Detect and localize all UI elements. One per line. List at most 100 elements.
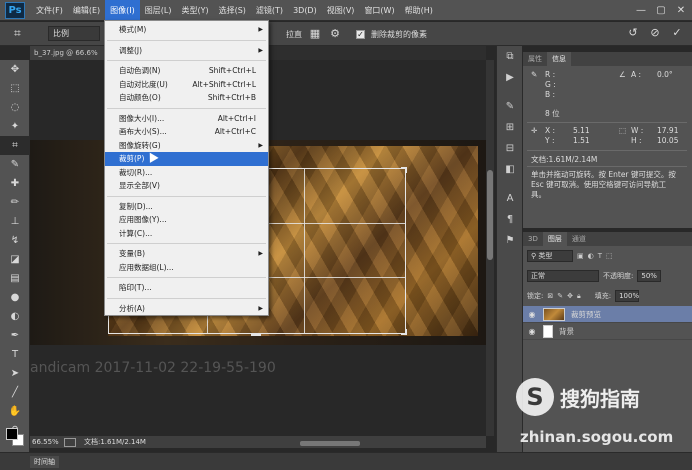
overlay-grid-icon[interactable]: ▦ bbox=[308, 27, 322, 41]
filter-type-icon[interactable]: T bbox=[598, 252, 602, 260]
blend-mode-select[interactable]: 正常 bbox=[527, 270, 599, 282]
foreground-color-swatch[interactable] bbox=[6, 428, 18, 440]
image-menu-item[interactable]: 裁剪(P) bbox=[105, 152, 268, 166]
reset-icon[interactable]: ↺ bbox=[626, 26, 640, 40]
crop-tool-icon[interactable]: ⌗ bbox=[0, 136, 30, 155]
gear-icon[interactable]: ⚙ bbox=[328, 27, 342, 41]
panel-tab[interactable]: 通道 bbox=[567, 232, 591, 246]
pen-tool-icon[interactable]: ✒ bbox=[0, 326, 30, 345]
document-tab[interactable]: b_37.jpg @ 66.6% bbox=[30, 46, 106, 60]
dodge-tool-icon[interactable]: ◐ bbox=[0, 307, 30, 326]
image-menu-item[interactable]: 分析(A) ▶ bbox=[105, 302, 268, 316]
brush-presets-icon[interactable]: ⊞ bbox=[497, 117, 523, 138]
lock-brush-icon[interactable]: ✎ bbox=[557, 292, 563, 300]
delete-cropped-checkbox[interactable]: ✓ bbox=[356, 29, 365, 39]
line-tool-icon[interactable]: ╱ bbox=[0, 383, 30, 402]
menu-item[interactable]: 类型(Y) bbox=[176, 0, 213, 21]
crop-handle[interactable] bbox=[401, 329, 407, 335]
menu-item[interactable]: 滤镜(T) bbox=[251, 0, 288, 21]
image-menu-item[interactable]: 显示全部(V) bbox=[105, 179, 268, 193]
actions-panel-icon[interactable]: ▶ bbox=[497, 67, 523, 88]
panel-tab[interactable]: 图层 bbox=[542, 232, 567, 246]
commit-icon[interactable]: ✓ bbox=[670, 26, 684, 40]
healing-brush-tool-icon[interactable]: ✚ bbox=[0, 174, 30, 193]
type-tool-icon[interactable]: T bbox=[0, 345, 30, 364]
image-menu-item[interactable]: 计算(C)... bbox=[105, 227, 268, 241]
lasso-tool-icon[interactable]: ◌ bbox=[0, 98, 30, 117]
menu-item[interactable]: 视图(V) bbox=[322, 0, 360, 21]
image-menu-item[interactable]: 画布大小(S)... Alt+Ctrl+C bbox=[105, 125, 268, 139]
minimize-icon[interactable]: — bbox=[634, 3, 648, 17]
eye-icon[interactable]: ◉ bbox=[523, 327, 541, 336]
lock-position-icon[interactable]: ✥ bbox=[567, 292, 573, 300]
brush-panel-icon[interactable]: ✎ bbox=[497, 96, 523, 117]
history-panel-icon[interactable]: ⧉ bbox=[497, 46, 523, 67]
menu-item[interactable]: 3D(D) bbox=[288, 0, 322, 21]
status-icon[interactable] bbox=[64, 437, 76, 447]
panel-tab[interactable]: 属性 bbox=[523, 52, 547, 66]
horizontal-scrollbar[interactable] bbox=[300, 441, 360, 446]
image-menu-item[interactable]: 裁切(R)... bbox=[105, 166, 268, 180]
image-menu-item[interactable]: 应用数据组(L)... bbox=[105, 261, 268, 275]
image-menu-item[interactable]: 图像旋转(G) ▶ bbox=[105, 139, 268, 153]
menu-item[interactable]: 编辑(E) bbox=[68, 0, 105, 21]
image-menu-item[interactable]: 图像大小(I)... Alt+Ctrl+I bbox=[105, 112, 268, 126]
cancel-icon[interactable]: ⊘ bbox=[648, 26, 662, 40]
lock-all-icon[interactable]: 🔒︎ bbox=[577, 292, 581, 301]
timeline-tab[interactable]: 时间轴 bbox=[30, 456, 59, 468]
image-menu-item[interactable]: 应用图像(Y)... bbox=[105, 213, 268, 227]
stamp-tool-icon[interactable]: ⊥ bbox=[0, 212, 30, 231]
menu-item[interactable]: 图像(I) bbox=[105, 0, 140, 21]
marquee-tool-icon[interactable]: ⬚ bbox=[0, 79, 30, 98]
magic-wand-tool-icon[interactable]: ✦ bbox=[0, 117, 30, 136]
menu-item[interactable]: 文件(F) bbox=[31, 0, 68, 21]
image-menu-item[interactable]: 变量(B) ▶ bbox=[105, 247, 268, 261]
close-icon[interactable]: ✕ bbox=[674, 3, 688, 17]
eyedropper-tool-icon[interactable]: ✎ bbox=[0, 155, 30, 174]
crop-handle[interactable] bbox=[401, 167, 407, 173]
eye-icon[interactable]: ◉ bbox=[523, 310, 541, 319]
straighten-button[interactable]: 拉直 bbox=[286, 29, 302, 40]
hand-tool-icon[interactable]: ✋ bbox=[0, 402, 30, 421]
image-menu-item[interactable]: 复制(D)... bbox=[105, 200, 268, 214]
gradient-tool-icon[interactable]: ▤ bbox=[0, 269, 30, 288]
vertical-scrollbar[interactable] bbox=[486, 60, 494, 436]
move-tool-icon[interactable]: ✥ bbox=[0, 60, 30, 79]
image-menu-item[interactable]: 陷印(T)... bbox=[105, 281, 268, 295]
image-menu-item[interactable]: 自动对比度(U) Alt+Shift+Ctrl+L bbox=[105, 78, 268, 92]
zoom-readout[interactable]: 66.55% bbox=[32, 438, 62, 446]
opacity-input[interactable]: 50% bbox=[637, 270, 662, 282]
brush-tool-icon[interactable]: ✏ bbox=[0, 193, 30, 212]
blur-tool-icon[interactable]: ● bbox=[0, 288, 30, 307]
image-menu-item[interactable]: 调整(J) ▶ bbox=[105, 44, 268, 58]
image-menu-item[interactable]: 模式(M) ▶ bbox=[105, 23, 268, 37]
crop-tool-icon[interactable]: ⌗ bbox=[14, 26, 30, 42]
filter-pixel-icon[interactable]: ▣ bbox=[577, 252, 584, 260]
adjustments-icon[interactable]: ◧ bbox=[497, 159, 523, 180]
eraser-tool-icon[interactable]: ◪ bbox=[0, 250, 30, 269]
character-panel-icon[interactable]: A bbox=[497, 188, 523, 209]
menu-item[interactable]: 图层(L) bbox=[140, 0, 177, 21]
image-menu-item[interactable]: 自动颜色(O) Shift+Ctrl+B bbox=[105, 91, 268, 105]
layer-row[interactable]: ◉ 背景 bbox=[523, 323, 692, 340]
lock-pixels-icon[interactable]: ⊠ bbox=[547, 292, 553, 300]
tool-presets-icon[interactable]: ⚑ bbox=[497, 230, 523, 251]
menu-item[interactable]: 窗口(W) bbox=[359, 0, 399, 21]
filter-shape-icon[interactable]: ⬚ bbox=[606, 252, 613, 260]
clone-source-icon[interactable]: ⊟ bbox=[497, 138, 523, 159]
image-menu-item[interactable]: 自动色调(N) Shift+Ctrl+L bbox=[105, 64, 268, 78]
ratio-select[interactable]: 比例 bbox=[48, 26, 100, 41]
layer-row[interactable]: ◉ 裁剪预览 bbox=[523, 306, 692, 323]
fill-input[interactable]: 100% bbox=[615, 290, 639, 302]
crop-handle[interactable] bbox=[251, 330, 262, 336]
panel-tab[interactable]: 信息 bbox=[547, 52, 571, 66]
menu-item[interactable]: 帮助(H) bbox=[400, 0, 438, 21]
path-selection-tool-icon[interactable]: ➤ bbox=[0, 364, 30, 383]
maximize-icon[interactable]: ▢ bbox=[654, 3, 668, 17]
panel-tab[interactable]: 3D bbox=[523, 232, 543, 246]
paragraph-panel-icon[interactable]: ¶ bbox=[497, 209, 523, 230]
layer-filter-select[interactable]: ⚲ 类型 bbox=[527, 250, 573, 262]
history-brush-tool-icon[interactable]: ↯ bbox=[0, 231, 30, 250]
filter-adjust-icon[interactable]: ◐ bbox=[588, 252, 594, 260]
menu-item[interactable]: 选择(S) bbox=[214, 0, 251, 21]
